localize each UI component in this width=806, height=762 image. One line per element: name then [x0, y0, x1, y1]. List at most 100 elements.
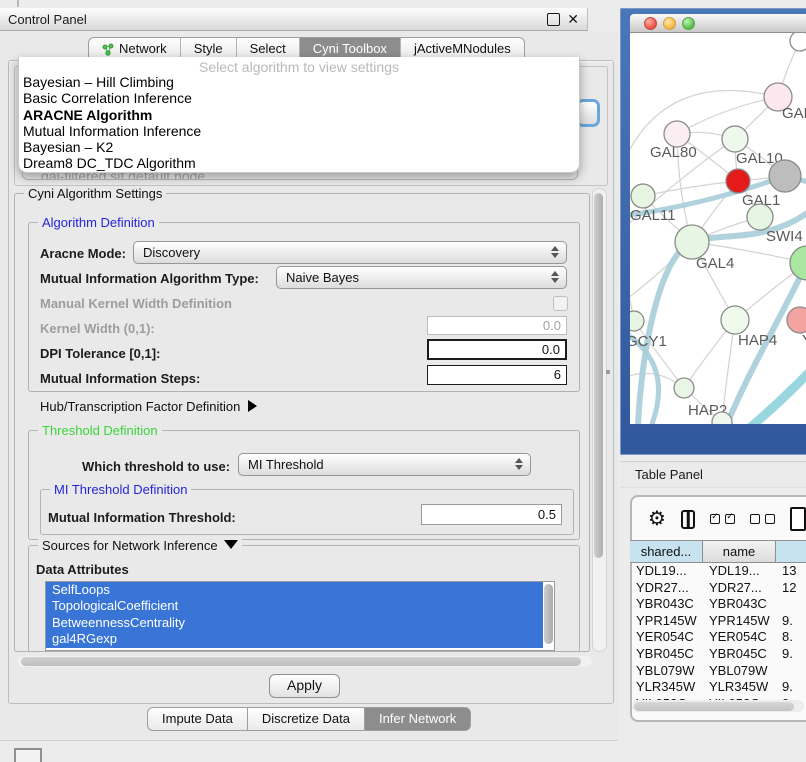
dropdown-item[interactable]: Bayesian – K2 [19, 139, 579, 155]
table-cell: YBL079W [630, 663, 703, 680]
network-node-hap4[interactable] [721, 306, 749, 334]
network-node-swi4[interactable] [747, 204, 773, 230]
close-traffic-light-icon[interactable] [644, 17, 657, 30]
combo-arrows-icon [551, 271, 559, 283]
combo-arrows-icon [515, 458, 523, 470]
zoom-traffic-light-icon[interactable] [682, 17, 695, 30]
mi-steps-label: Mutual Information Steps: [40, 371, 200, 386]
close-icon[interactable]: ✕ [567, 14, 579, 25]
network-window-titlebar[interactable] [630, 14, 806, 33]
algorithm-dropdown-popup: Select algorithm to view settings Bayesi… [18, 57, 580, 173]
table-row[interactable]: YBR043CYBR043C [630, 596, 806, 613]
which-threshold-combo[interactable]: MI Threshold [238, 453, 531, 476]
mi-type-combo[interactable]: Naive Bayes [276, 266, 567, 289]
node-table[interactable]: shared...nameA YDL19...YDL19...13YDR27..… [630, 540, 806, 700]
table-cell: YBR045C [630, 646, 703, 663]
network-graph: GALGAL80GAL10GAL1GAL11SWI4GAL4GCY1HAP4YH… [630, 33, 806, 424]
manual-kernel-label: Manual Kernel Width Definition [40, 296, 232, 311]
data-attributes-label: Data Attributes [36, 562, 129, 577]
dropdown-item[interactable]: Dream8 DC_TDC Algorithm [19, 155, 579, 171]
table-cell: YER054C [630, 629, 703, 646]
network-node-gal10[interactable] [722, 126, 748, 152]
aracne-mode-label: Aracne Mode: [40, 246, 126, 261]
dropdown-item[interactable]: Bayesian – Hill Climbing [19, 74, 579, 90]
dpi-tolerance-field[interactable]: 0.0 [427, 339, 567, 360]
network-node-gal4[interactable] [675, 225, 709, 259]
float-window-icon[interactable] [547, 13, 560, 26]
table-row[interactable]: YLR345WYLR345W9. [630, 679, 806, 696]
cyni-algorithm-settings-legend: Cyni Algorithm Settings [24, 186, 166, 201]
bottom-tab-infer-network[interactable]: Infer Network [364, 707, 471, 731]
node-label: GCY1 [630, 333, 667, 350]
dropdown-item[interactable]: Mutual Information Inference [19, 123, 579, 139]
which-threshold-label: Which threshold to use: [82, 459, 230, 474]
manual-kernel-checkbox[interactable] [553, 296, 568, 311]
table-row[interactable]: YPR145WYPR145W9. [630, 613, 806, 630]
expanded-arrow-icon[interactable] [224, 540, 238, 549]
panel-divider-handle[interactable] [606, 370, 610, 374]
minimized-window-icon[interactable] [14, 748, 42, 762]
table-cell: YBR043C [703, 596, 776, 613]
attribute-list-item[interactable]: gal4RGexp [46, 631, 543, 647]
attribute-list-item[interactable]: BetweennessCentrality [46, 615, 543, 631]
table-row[interactable]: YBL079WYBL079W [630, 663, 806, 680]
hub-definition-toggle[interactable]: Hub/Transcription Factor Definition [40, 399, 257, 414]
table-cell: YER054C [703, 629, 776, 646]
table-row[interactable]: YDR27...YDR27...12 [630, 580, 806, 597]
node-label: GAL80 [650, 144, 697, 161]
table-column-header[interactable]: name [703, 541, 776, 562]
minimize-traffic-light-icon[interactable] [663, 17, 676, 30]
data-attributes-list[interactable]: SelfLoopsTopologicalCoefficientBetweenne… [45, 581, 555, 651]
network-node-gcy1[interactable] [630, 311, 644, 331]
table-cell: YDR27... [630, 580, 703, 597]
kernel-width-field[interactable]: 0.0 [427, 316, 567, 335]
scrollbar-thumb[interactable] [594, 193, 603, 558]
document-icon[interactable] [790, 507, 806, 531]
scrollbar-thumb[interactable] [634, 702, 794, 711]
table-row[interactable]: YBR045CYBR045C9. [630, 646, 806, 663]
attribute-list-item[interactable]: TopologicalCoefficient [46, 598, 543, 614]
network-node-y[interactable] [787, 307, 806, 333]
network-node[interactable] [769, 160, 801, 192]
attribute-list-item[interactable]: SelfLoops [46, 582, 543, 598]
mi-steps-field[interactable]: 6 [427, 365, 567, 385]
aracne-mode-value: Discovery [143, 245, 200, 260]
table-panel-titlebar[interactable]: Table Panel [620, 461, 806, 488]
dropdown-item[interactable]: ARACNE Algorithm [19, 107, 579, 123]
hide-columns-icon[interactable] [750, 514, 775, 524]
gear-icon[interactable]: ⚙ [648, 509, 666, 529]
sources-legend-text: Sources for Network Inference [42, 538, 218, 553]
network-node[interactable] [790, 33, 806, 51]
table-cell: YBL079W [703, 663, 776, 680]
show-columns-icon[interactable] [710, 514, 735, 524]
table-horizontal-scrollbar[interactable] [632, 700, 804, 712]
table-cell [776, 663, 806, 680]
node-label: Y [802, 332, 806, 349]
network-node-gal1[interactable] [726, 169, 750, 193]
list-scrollbar[interactable] [544, 584, 553, 644]
table-column-header[interactable]: shared... [630, 541, 703, 562]
table-column-header[interactable]: A [776, 541, 806, 562]
scrollbar-thumb[interactable] [21, 657, 581, 666]
bottom-tab-discretize-data[interactable]: Discretize Data [247, 707, 364, 731]
mi-threshold-field[interactable]: 0.5 [421, 504, 562, 525]
network-node[interactable] [790, 246, 806, 280]
network-edge-thick[interactable] [746, 365, 806, 424]
aracne-mode-combo[interactable]: Discovery [133, 241, 567, 264]
control-panel-bottom-tabbar: Impute DataDiscretize DataInfer Network [147, 707, 471, 729]
combo-arrows-icon [551, 246, 559, 258]
network-canvas[interactable]: GALGAL80GAL10GAL1GAL11SWI4GAL4GCY1HAP4YH… [630, 33, 806, 424]
network-node-gal11[interactable] [631, 184, 655, 208]
bottom-tab-impute-data[interactable]: Impute Data [147, 707, 247, 731]
apply-button[interactable]: Apply [269, 674, 340, 698]
columns-icon[interactable] [681, 510, 695, 529]
table-row[interactable]: YDL19...YDL19...13 [630, 563, 806, 580]
mi-type-value: Naive Bayes [286, 270, 359, 285]
table-row[interactable]: YER054CYER054C8. [630, 629, 806, 646]
dropdown-item[interactable]: Basic Correlation Inference [19, 90, 579, 106]
settings-horizontal-scrollbar[interactable] [18, 656, 592, 667]
settings-vertical-scrollbar[interactable] [592, 188, 607, 652]
network-node-hap2[interactable] [674, 378, 694, 398]
control-panel-titlebar[interactable]: Control Panel ✕ [0, 8, 588, 31]
collapsed-arrow-icon[interactable] [248, 400, 257, 412]
